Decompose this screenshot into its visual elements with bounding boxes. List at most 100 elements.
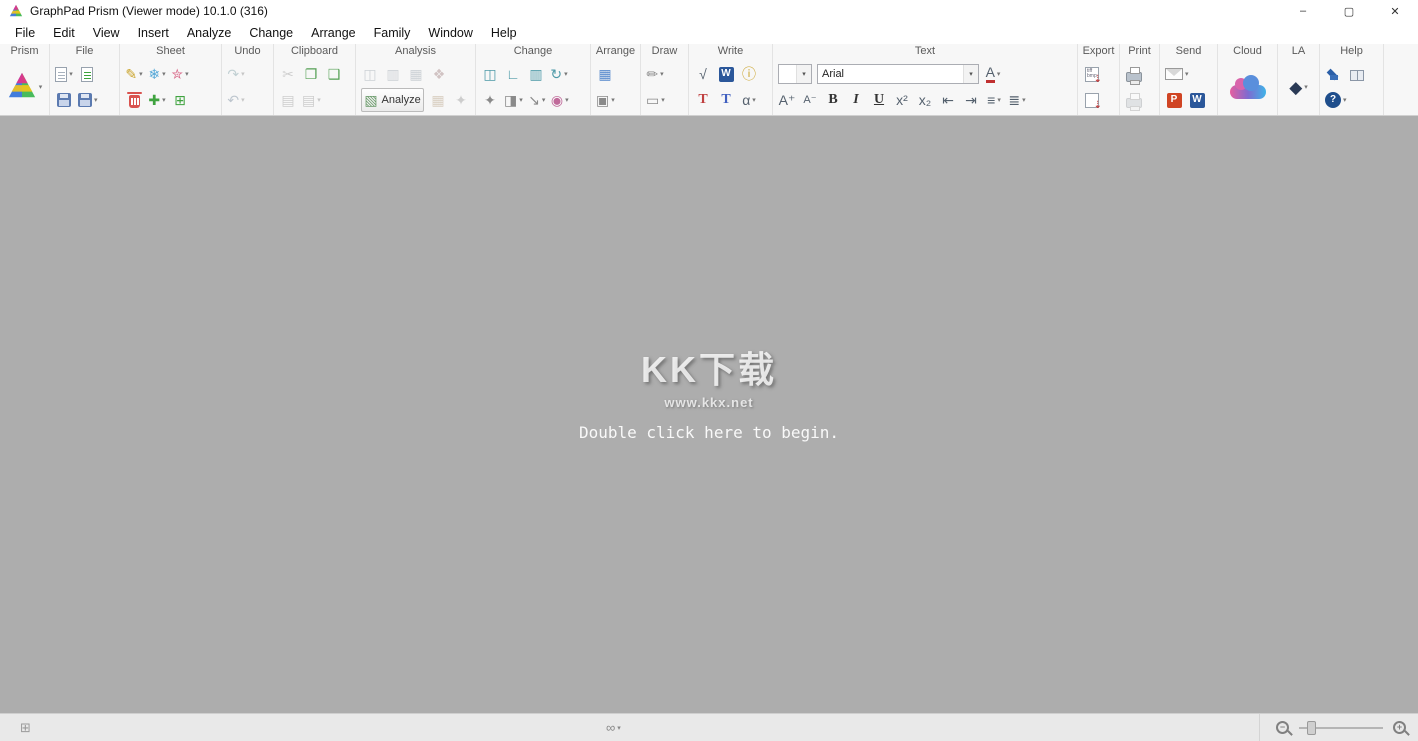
print-button[interactable] <box>1125 62 1143 86</box>
redo-caret-icon[interactable]: ▾ <box>241 71 245 78</box>
font-size-select[interactable]: ▾ <box>778 64 812 84</box>
rename-sheet-button[interactable]: ✎▾ <box>125 62 143 86</box>
underline-button[interactable]: U <box>870 88 888 112</box>
new-file-button[interactable]: ▾ <box>55 62 73 86</box>
analysis-table-button[interactable]: ▦ <box>407 62 425 86</box>
font-size-select-caret-icon[interactable]: ▾ <box>796 65 811 83</box>
menu-help[interactable]: Help <box>482 24 526 42</box>
labarchives-caret-icon[interactable]: ▾ <box>1304 84 1308 91</box>
copy-button[interactable]: ❐ <box>302 62 320 86</box>
save-button[interactable] <box>55 88 73 112</box>
analysis-wizard-button[interactable]: ✦ <box>452 88 470 112</box>
arrange-objects-caret-icon[interactable]: ▾ <box>611 97 615 104</box>
analysis-results-button[interactable]: ▦ <box>429 88 447 112</box>
analyze-button[interactable]: ▧Analyze <box>361 88 424 112</box>
canvas[interactable]: KK下载 www.kkx.net Double click here to be… <box>0 116 1418 713</box>
analysis-graph-button[interactable]: ◫ <box>361 62 379 86</box>
rotate-text-right-button[interactable]: ⇥ <box>962 88 980 112</box>
subscript-button[interactable]: x₂ <box>916 88 934 112</box>
menu-view[interactable]: View <box>84 24 129 42</box>
menu-family[interactable]: Family <box>365 24 420 42</box>
new-file-caret-icon[interactable]: ▾ <box>69 71 73 78</box>
print-options-button[interactable] <box>1125 88 1143 112</box>
font-family-select-caret-icon[interactable]: ▾ <box>963 65 978 83</box>
paste-special-caret-icon[interactable]: ▾ <box>317 97 321 104</box>
bold-button[interactable]: B <box>824 88 842 112</box>
info-button[interactable]: ⓘ <box>740 62 758 86</box>
email-button[interactable]: ▾ <box>1165 62 1189 86</box>
superscript-button[interactable]: x² <box>893 88 911 112</box>
menu-arrange[interactable]: Arrange <box>302 24 364 42</box>
font-family-select[interactable]: Arial▾ <box>817 64 979 84</box>
color-scheme-button[interactable]: ◉▾ <box>551 88 569 112</box>
undo-caret-icon[interactable]: ▾ <box>241 97 245 104</box>
export-file-button[interactable] <box>1083 88 1101 112</box>
labarchives-button[interactable]: ◆▾ <box>1289 75 1308 99</box>
duplicate-sheet-button[interactable]: ⊞ <box>171 88 189 112</box>
resize-caret-icon[interactable]: ▾ <box>542 97 546 104</box>
font-color-caret-icon[interactable]: ▾ <box>997 71 1001 78</box>
change-graph-button[interactable]: ▥ <box>527 62 545 86</box>
rename-sheet-caret-icon[interactable]: ▾ <box>139 71 143 78</box>
export-image-button[interactable]: tiff bmp <box>1083 62 1101 86</box>
text-tool-blue-button[interactable]: T <box>717 88 735 112</box>
paste-button[interactable]: ▤ <box>279 88 297 112</box>
line-spacing-button[interactable]: ≣▾ <box>1008 88 1026 112</box>
pin-sheet-caret-icon[interactable]: ▾ <box>185 71 189 78</box>
color-scheme-caret-icon[interactable]: ▾ <box>565 97 569 104</box>
greek-letter-button[interactable]: α▾ <box>740 88 758 112</box>
prism-cloud-button[interactable] <box>1230 75 1266 99</box>
change-axis-button[interactable]: ∟ <box>504 62 522 86</box>
italic-button[interactable]: I <box>847 88 865 112</box>
maximize-button[interactable]: ▢ <box>1326 0 1372 22</box>
paste-special-button[interactable]: ▤▾ <box>302 88 321 112</box>
greek-letter-caret-icon[interactable]: ▾ <box>752 97 756 104</box>
menu-insert[interactable]: Insert <box>129 24 178 42</box>
rotate-button[interactable]: ↻▾ <box>550 62 568 86</box>
email-caret-icon[interactable]: ▾ <box>1185 71 1189 78</box>
rotate-text-left-button[interactable]: ⇤ <box>939 88 957 112</box>
arrange-objects-button[interactable]: ▣▾ <box>596 88 615 112</box>
new-sheet-button[interactable]: ✚▾ <box>148 88 166 112</box>
prism-menu-button[interactable]: ▾ <box>7 75 43 99</box>
line-spacing-caret-icon[interactable]: ▾ <box>1022 97 1026 104</box>
send-word-button[interactable]: W <box>1188 88 1206 112</box>
save-as-caret-icon[interactable]: ▾ <box>94 97 98 104</box>
help-caret-icon[interactable]: ▾ <box>1343 97 1347 104</box>
freeze-sheet-caret-icon[interactable]: ▾ <box>162 71 166 78</box>
menu-window[interactable]: Window <box>419 24 481 42</box>
delete-sheet-button[interactable] <box>125 88 143 112</box>
change-color-caret-icon[interactable]: ▾ <box>519 97 523 104</box>
change-color-button[interactable]: ◨▾ <box>504 88 523 112</box>
draw-shape-caret-icon[interactable]: ▾ <box>661 97 665 104</box>
change-type-button[interactable]: ◫ <box>481 62 499 86</box>
pin-sheet-button[interactable]: ✮▾ <box>171 62 189 86</box>
menu-change[interactable]: Change <box>240 24 302 42</box>
copy-special-button[interactable]: ❑ <box>325 62 343 86</box>
analysis-star-button[interactable]: ❖ <box>430 62 448 86</box>
close-button[interactable]: ✕ <box>1372 0 1418 22</box>
draw-shape-button[interactable]: ▭▾ <box>646 88 665 112</box>
undo-button[interactable]: ↶▾ <box>227 88 245 112</box>
status-sheet-icon[interactable]: ⊞ <box>20 720 31 736</box>
decrease-font-button[interactable]: A⁻ <box>801 88 819 112</box>
prism-menu-caret-icon[interactable]: ▾ <box>39 84 43 91</box>
zoom-slider-thumb[interactable] <box>1307 721 1316 735</box>
analysis-column-button[interactable]: ▥ <box>384 62 402 86</box>
cut-button[interactable]: ✂ <box>279 62 297 86</box>
align-button[interactable]: ≡▾ <box>985 88 1003 112</box>
freeze-sheet-button[interactable]: ❄▾ <box>148 62 166 86</box>
zoom-out-button[interactable]: − <box>1276 721 1289 734</box>
align-caret-icon[interactable]: ▾ <box>997 97 1001 104</box>
save-as-button[interactable]: ▾ <box>78 88 98 112</box>
arrange-layout-button[interactable]: ▦ <box>596 62 614 86</box>
menu-file[interactable]: File <box>6 24 44 42</box>
font-color-button[interactable]: A▾ <box>984 62 1002 86</box>
minimize-button[interactable]: – <box>1280 0 1326 22</box>
help-button[interactable]: ?▾ <box>1325 88 1347 112</box>
prism-academy-button[interactable] <box>1325 62 1343 86</box>
zoom-slider[interactable] <box>1299 720 1383 736</box>
equation-button[interactable]: √ <box>694 62 712 86</box>
resize-button[interactable]: ↘▾ <box>528 88 546 112</box>
zoom-in-button[interactable]: + <box>1393 721 1406 734</box>
